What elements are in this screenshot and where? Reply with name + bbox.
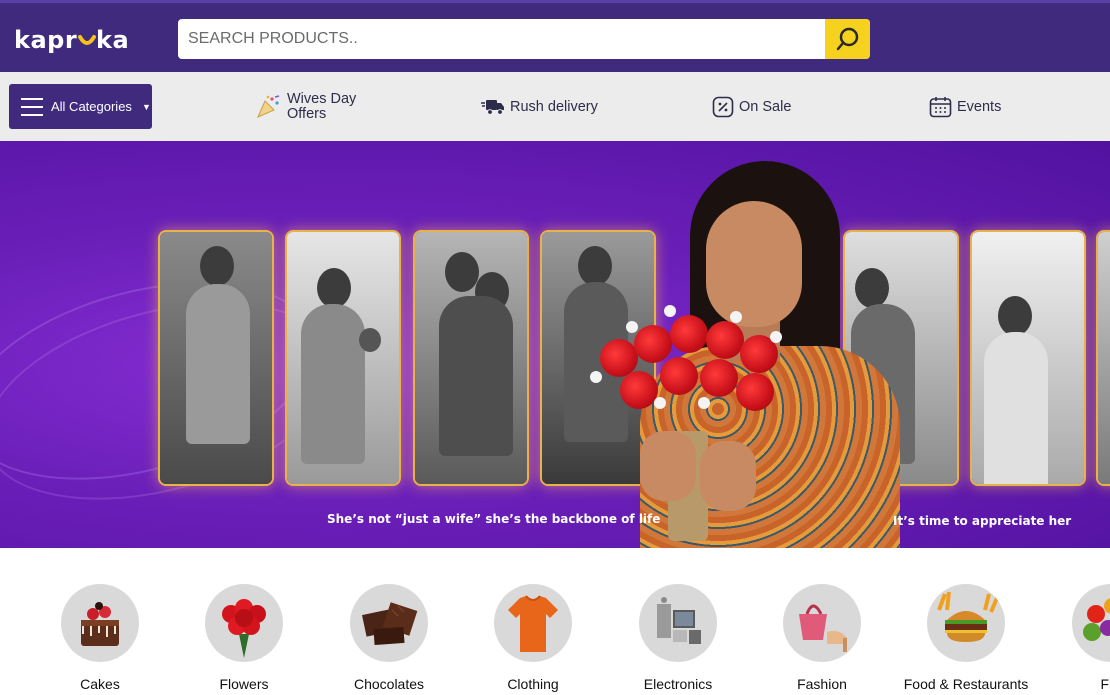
category-label: Flowers: [219, 676, 269, 692]
nav-label: On Sale: [739, 98, 792, 115]
nav-bar: All Categories ▼ Wives Day Offers Rush d…: [0, 72, 1110, 141]
nav-label: Rush delivery: [510, 98, 598, 115]
woman-hand: [640, 431, 696, 501]
category-strip: Cakes Flowers Chocolates Clothing Electr…: [0, 548, 1110, 695]
category-fashion[interactable]: Fashion: [757, 584, 887, 694]
search-bar: [178, 19, 870, 59]
category-label: Clothing: [507, 676, 559, 692]
nav-item-events[interactable]: Events: [929, 72, 1001, 141]
photo-frame-mother-child: [285, 230, 401, 486]
category-clothing[interactable]: Clothing: [468, 584, 598, 694]
calendar-icon: [929, 96, 952, 118]
site-header: kapr ka: [0, 0, 1110, 72]
burger-icon: [927, 584, 1005, 662]
hero-banner[interactable]: She’s not “just a wife” she’s the backbo…: [0, 141, 1110, 548]
fruits-icon: [1072, 584, 1110, 662]
search-input[interactable]: [178, 19, 826, 59]
rose-bouquet: [580, 301, 790, 441]
nav-label: Events: [957, 98, 1002, 115]
search-button[interactable]: [825, 19, 870, 59]
category-label: Electronics: [643, 676, 713, 692]
category-label: Food & Restaurants: [903, 676, 1029, 692]
all-categories-label: All Categories: [51, 99, 132, 114]
cake-icon: [61, 584, 139, 662]
caret-down-icon: ▼: [141, 101, 151, 112]
category-flowers[interactable]: Flowers: [179, 584, 309, 694]
kapruka-logo[interactable]: kapr ka: [14, 25, 142, 55]
photo-frame-partial: [1096, 230, 1110, 486]
nav-item-wives-day-offers[interactable]: Wives Day Offers: [256, 72, 356, 141]
party-popper-icon: [256, 94, 282, 119]
category-food-restaurants[interactable]: Food & Restaurants: [901, 584, 1031, 694]
electronics-icon: [639, 584, 717, 662]
flowers-icon: [205, 584, 283, 662]
hero-caption-right: It’s time to appreciate her: [893, 514, 1072, 528]
nav-item-rush-delivery[interactable]: Rush delivery: [481, 72, 598, 141]
category-label: Cakes: [80, 676, 120, 692]
hero-caption-left: She’s not “just a wife” she’s the backbo…: [327, 512, 661, 526]
nav-label-line2: Offers: [287, 105, 327, 122]
all-categories-button[interactable]: All Categories ▼: [9, 84, 152, 129]
chocolate-icon: [350, 584, 428, 662]
category-cakes[interactable]: Cakes: [35, 584, 165, 694]
category-label: Fashion: [797, 676, 847, 692]
category-fruits[interactable]: Fru: [1046, 584, 1110, 694]
search-icon: [836, 27, 858, 51]
category-label: Chocolates: [353, 676, 425, 692]
svg-text:kapr: kapr: [14, 26, 77, 54]
photo-frame-couple: [413, 230, 529, 486]
svg-text:ka: ka: [96, 26, 129, 54]
delivery-truck-icon: [481, 98, 505, 116]
photo-frame-working: [970, 230, 1086, 486]
category-chocolates[interactable]: Chocolates: [324, 584, 454, 694]
photo-frame-bride: [158, 230, 274, 486]
category-label: Fru: [1100, 676, 1110, 692]
menu-icon: [21, 97, 43, 116]
tshirt-icon: [494, 584, 572, 662]
handbag-icon: [783, 584, 861, 662]
woman-hand: [700, 441, 756, 511]
category-electronics[interactable]: Electronics: [613, 584, 743, 694]
percent-tag-icon: [712, 96, 734, 118]
kapruka-logo-mark: kapr ka: [14, 26, 129, 54]
nav-label-line1: Wives Day: [287, 90, 357, 107]
nav-item-on-sale[interactable]: On Sale: [712, 72, 791, 141]
